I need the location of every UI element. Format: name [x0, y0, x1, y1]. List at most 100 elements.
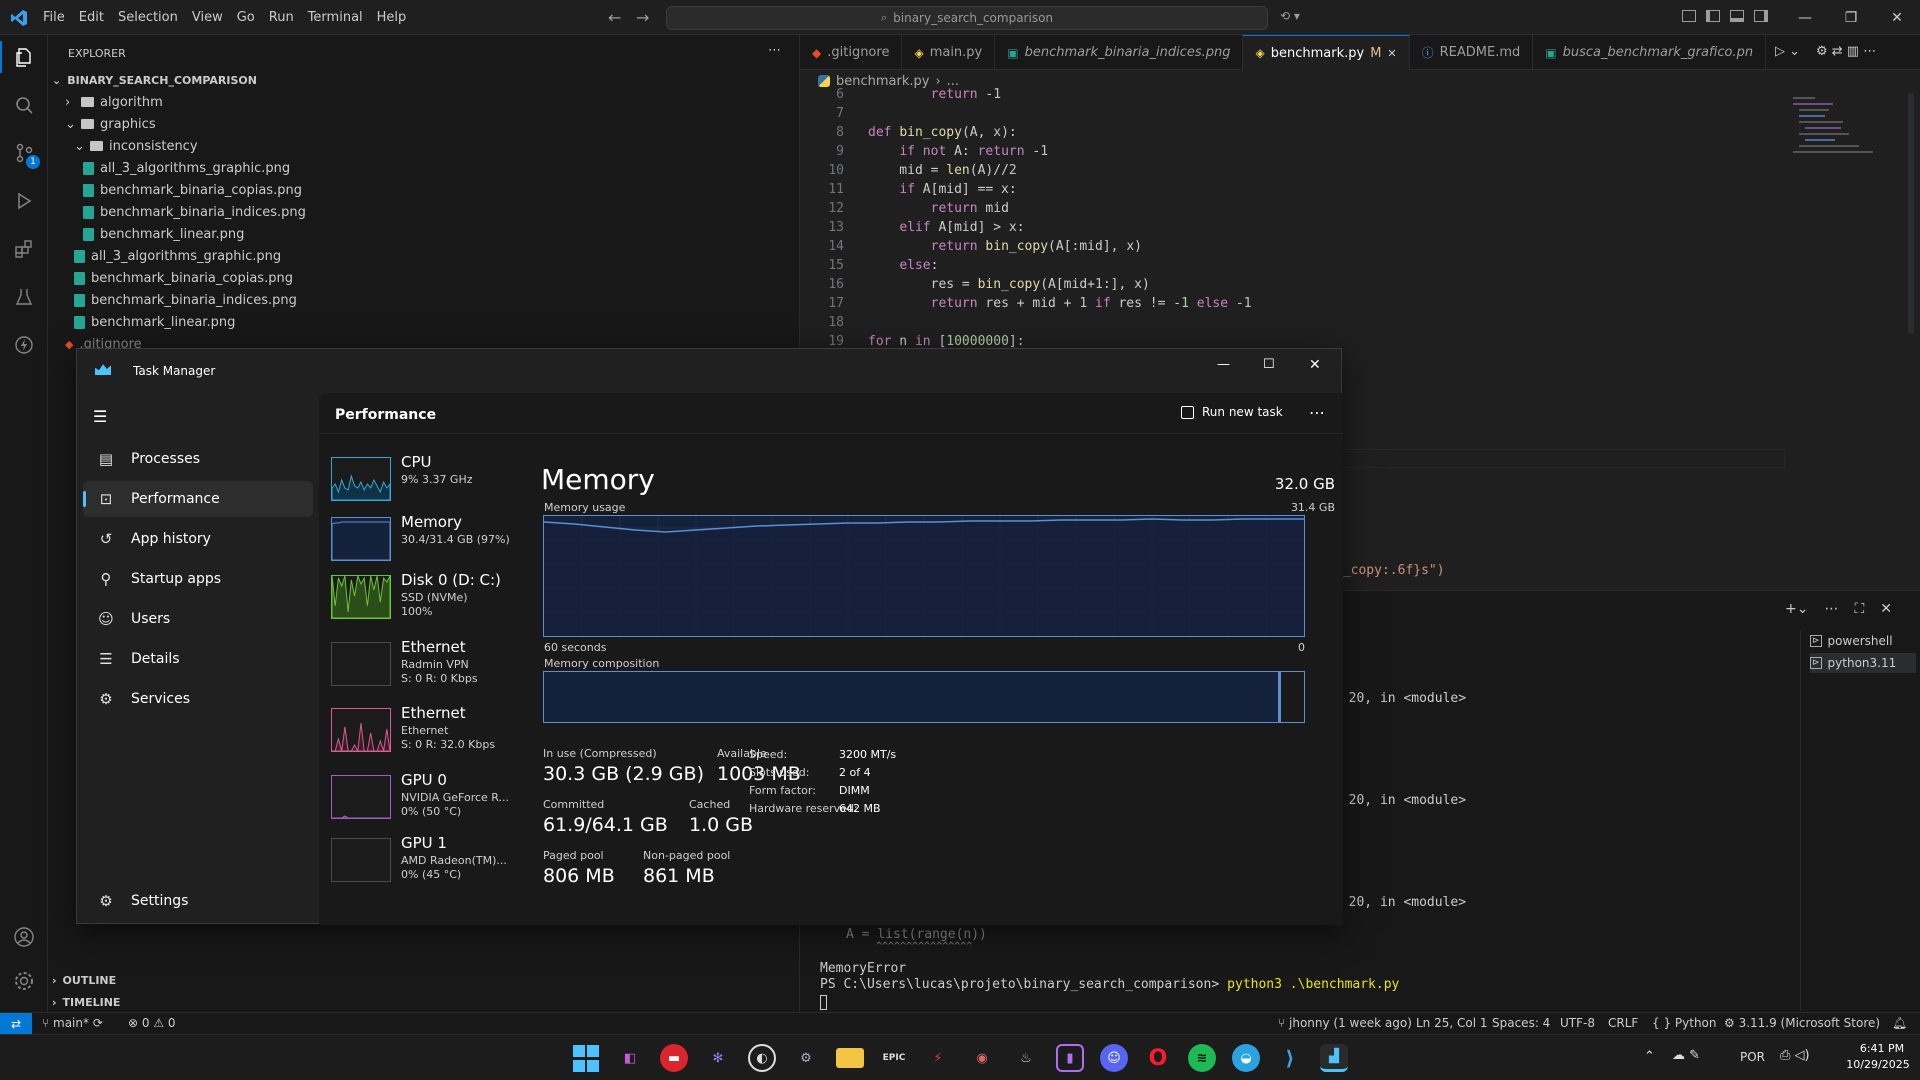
code-area[interactable]: 6 return -1 7 8 def bin_copy(A, x): 9 if not… — [800, 87, 1800, 387]
nav-services[interactable]: ⚙ Services — [83, 681, 313, 717]
tree-file[interactable]: benchmark_linear.png — [74, 311, 235, 333]
nav-processes[interactable]: ▤ Processes — [83, 441, 313, 477]
cursor-position[interactable]: Ln 25, Col 1 — [1416, 1016, 1488, 1030]
problems-status[interactable]: ⊗ 0 ⚠ 0 — [128, 1016, 176, 1030]
explorer-more-icon[interactable]: ⋯ — [768, 43, 781, 58]
menu-help[interactable]: Help — [370, 10, 414, 25]
layout-customize-icon[interactable] — [1754, 10, 1768, 22]
nav-back-icon[interactable]: ← — [608, 8, 621, 27]
end-of-line[interactable]: CRLF — [1608, 1016, 1638, 1030]
menu-selection[interactable]: Selection — [111, 10, 185, 25]
steam-icon[interactable]: ♨ — [1012, 1044, 1040, 1072]
language-indicator[interactable]: POR — [1740, 1050, 1765, 1064]
tab-benchmark-py[interactable]: ◈ benchmark.py M ✕ — [1243, 35, 1410, 70]
notifications-bell-icon[interactable]: 🔔︎ — [1892, 1016, 1907, 1030]
discord-icon[interactable]: ☺ — [1100, 1044, 1128, 1072]
remote-indicator[interactable]: ⇄ — [0, 1013, 32, 1035]
language-mode[interactable]: { } Python — [1652, 1016, 1717, 1030]
resource-ethernet[interactable]: Ethernet Radmin VPN S: 0 R: 0 Kbps — [331, 638, 531, 692]
more-options-icon[interactable]: ⋯ — [1309, 403, 1325, 422]
spotify-icon[interactable]: ≋ — [1188, 1044, 1216, 1072]
command-center-search[interactable]: ⌕ binary_search_comparison — [666, 6, 1268, 30]
nav-settings[interactable]: ⚙ Settings — [83, 883, 313, 919]
menu-go[interactable]: Go — [230, 10, 262, 25]
tm-minimize-icon[interactable]: — — [1217, 357, 1230, 372]
clock-time[interactable]: 6:41 PM — [1852, 1042, 1912, 1055]
menu-edit[interactable]: Edit — [72, 10, 111, 25]
restore-icon[interactable]: ❐ — [1828, 0, 1874, 35]
menu-terminal[interactable]: Terminal — [301, 10, 370, 25]
run-debug-icon[interactable] — [8, 185, 40, 217]
layout-icon[interactable] — [1730, 10, 1744, 22]
twitch-icon[interactable]: ▮ — [1056, 1044, 1084, 1072]
tm-close-icon[interactable]: ✕ — [1309, 357, 1321, 373]
tree-file[interactable]: benchmark_binaria_copias.png — [83, 179, 302, 201]
tab-main-py[interactable]: ◈ main.py — [902, 35, 996, 70]
tree-file[interactable]: benchmark_linear.png — [83, 223, 244, 245]
toggle-sidebar-icon[interactable] — [1682, 10, 1696, 22]
extensions-icon[interactable] — [8, 233, 40, 265]
tray-icons[interactable]: ☁ ✎ — [1672, 1048, 1700, 1063]
explorer-icon[interactable] — [0, 41, 48, 73]
timeline-section[interactable]: › TIMELINE — [52, 991, 120, 1013]
resource-gpu-0[interactable]: GPU 0 NVIDIA GeForce R... 0% (50 °C) — [331, 771, 531, 825]
file-explorer-icon[interactable] — [836, 1048, 864, 1068]
minimap[interactable] — [1785, 93, 1905, 173]
editor-actions-icon[interactable]: ⚙ ⇄ ▥ ⋯ — [1816, 44, 1876, 59]
menu-run[interactable]: Run — [262, 10, 301, 25]
vscode-taskbar-icon[interactable]: ⟩ — [1276, 1044, 1304, 1072]
lightning-app-icon[interactable]: ⚡ — [924, 1044, 952, 1072]
opera-icon[interactable]: O — [1144, 1044, 1172, 1072]
nav-performance[interactable]: ⊡ Performance — [83, 481, 313, 517]
encoding[interactable]: UTF-8 — [1560, 1016, 1595, 1030]
terminal-session-python311[interactable]: ⊳ python3.11 — [1810, 653, 1916, 673]
branch-status[interactable]: ⑂ main* ⟳ — [42, 1016, 103, 1030]
source-control-icon[interactable]: 1 — [8, 137, 40, 169]
nav-app-history[interactable]: ↺ App history — [83, 521, 313, 557]
clock-date[interactable]: 10/29/2025 — [1840, 1058, 1916, 1071]
run-new-task-button[interactable]: Run new task — [1181, 405, 1283, 419]
manage-gear-icon[interactable] — [8, 965, 40, 997]
nav-startup-apps[interactable]: ⚲ Startup apps — [83, 561, 313, 597]
git-blame-status[interactable]: ⑂ jhonny (1 week ago) — [1278, 1016, 1412, 1030]
close-panel-icon[interactable]: ✕ — [1880, 601, 1892, 617]
copilot-icon[interactable]: ⟲ ▾ — [1280, 9, 1300, 23]
tab--gitignore[interactable]: ◆ .gitignore — [800, 35, 903, 70]
tree-file[interactable]: benchmark_binaria_indices.png — [83, 201, 306, 223]
resource-disk-0-d-c[interactable]: Disk 0 (D: C:) SSD (NVMe) 100% — [331, 571, 531, 625]
tab-busca-benchmark-grafico-pn[interactable]: ▣ busca_benchmark_grafico.pn — [1533, 35, 1767, 70]
testing-icon[interactable] — [8, 281, 40, 313]
tree-file[interactable]: all_3_algorithms_graphic.png — [83, 157, 290, 179]
tray-chevron-icon[interactable]: ⌃ — [1644, 1049, 1655, 1064]
resource-memory[interactable]: Memory 30.4/31.4 GB (97%) — [331, 513, 531, 567]
nav-details[interactable]: ☰ Details — [83, 641, 313, 677]
tree-file[interactable]: all_3_algorithms_graphic.png — [74, 245, 281, 267]
nav-forward-icon[interactable]: → — [636, 8, 649, 27]
windows-start-icon[interactable] — [572, 1044, 600, 1072]
interpreter[interactable]: ⚙ 3.11.9 (Microsoft Store) — [1724, 1016, 1880, 1030]
resource-ethernet[interactable]: Ethernet Ethernet S: 0 R: 32.0 Kbps — [331, 704, 531, 758]
menu-view[interactable]: View — [185, 10, 230, 25]
resource-cpu[interactable]: CPU 9% 3.37 GHz — [331, 453, 531, 507]
epic-games-icon[interactable]: EPIC — [880, 1044, 908, 1072]
tree-file[interactable]: benchmark_binaria_indices.png — [74, 289, 297, 311]
task-manager-titlebar[interactable]: Task Manager — ☐ ✕ — [77, 349, 1343, 393]
tab-close-icon[interactable]: ✕ — [1387, 47, 1396, 60]
gear-app-icon[interactable]: ⚙ — [792, 1044, 820, 1072]
vscode-logo-icon[interactable] — [10, 9, 28, 27]
maximize-panel-icon[interactable]: ⛶ — [1854, 601, 1864, 617]
tree-folder[interactable]: ⌄ graphics — [65, 113, 156, 135]
bookmark-app-icon[interactable]: ◧ — [616, 1044, 644, 1072]
close-icon[interactable]: ✕ — [1874, 0, 1920, 35]
tm-maximize-icon[interactable]: ☐ — [1263, 357, 1275, 372]
tree-file[interactable]: benchmark_binaria_copias.png — [74, 267, 293, 289]
tab-readme-md[interactable]: ⓘ README.md — [1410, 35, 1534, 70]
outline-section[interactable]: › OUTLINE — [52, 969, 116, 991]
resource-gpu-1[interactable]: GPU 1 AMD Radeon(TM)... 0% (45 °C) — [331, 834, 531, 888]
run-file-icon[interactable]: ▷ ⌄ — [1775, 44, 1800, 59]
minimize-icon[interactable]: — — [1782, 0, 1828, 35]
nav-users[interactable]: ☺ Users — [83, 601, 313, 637]
obs-icon[interactable]: ◐ — [748, 1044, 776, 1072]
more-actions-icon[interactable]: ⋯ — [1824, 601, 1838, 617]
red-app-icon[interactable]: ▬ — [660, 1044, 688, 1072]
